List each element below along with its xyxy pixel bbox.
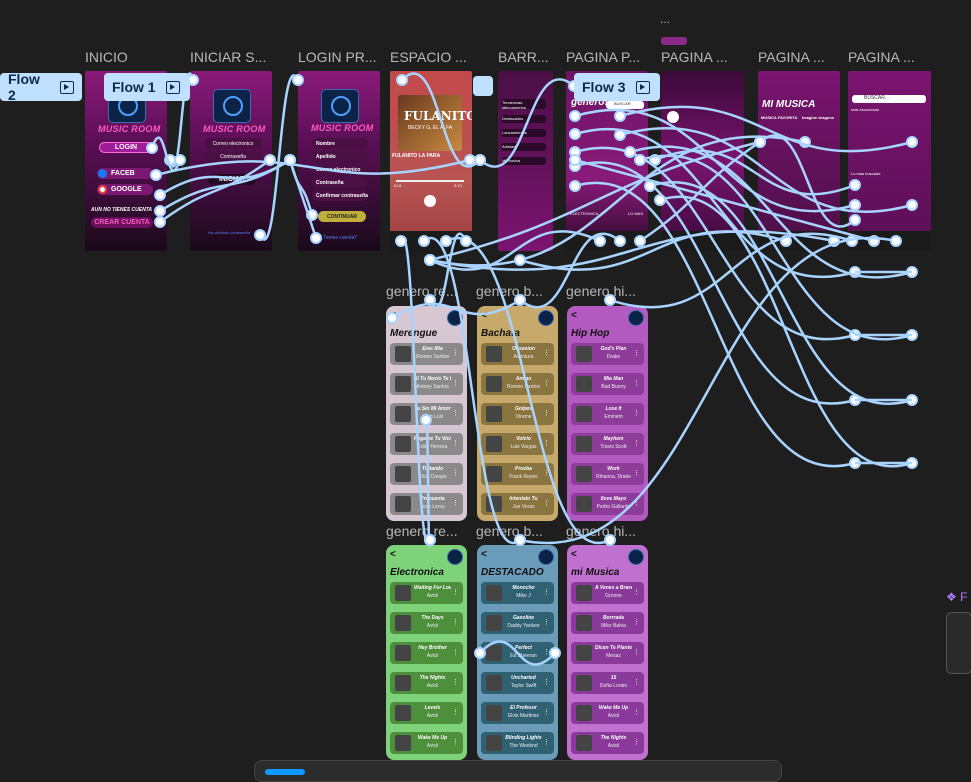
connection-node[interactable]: [150, 169, 162, 181]
connection-node[interactable]: [154, 205, 166, 217]
connection-node[interactable]: [474, 647, 486, 659]
connection-node[interactable]: [396, 74, 408, 86]
connection-line[interactable]: [424, 413, 432, 547]
connection-line[interactable]: [479, 640, 556, 666]
connection-node[interactable]: [754, 136, 766, 148]
connection-node[interactable]: [154, 216, 166, 228]
connection-node[interactable]: [569, 154, 581, 166]
connection-node[interactable]: [514, 254, 526, 266]
connection-line[interactable]: [401, 72, 481, 168]
connection-node[interactable]: [146, 142, 158, 154]
connection-node[interactable]: [634, 154, 646, 166]
connection-node[interactable]: [154, 189, 166, 201]
connection-node[interactable]: [474, 154, 486, 166]
connection-node[interactable]: [849, 214, 861, 226]
prototype-connections: [146, 72, 918, 666]
connection-line[interactable]: [479, 78, 575, 168]
flow-label: Flow 3: [582, 79, 626, 95]
connection-line[interactable]: [399, 236, 432, 545]
component-panel-label[interactable]: ❖ F: [946, 590, 967, 604]
connection-node[interactable]: [264, 154, 276, 166]
connection-node[interactable]: [644, 180, 656, 192]
flow-label: Flow 2: [8, 71, 40, 103]
connection-node[interactable]: [604, 534, 616, 546]
play-icon[interactable]: [60, 80, 74, 94]
connection-node[interactable]: [292, 74, 304, 86]
connection-node[interactable]: [614, 110, 626, 122]
play-icon[interactable]: [165, 80, 180, 94]
connection-node[interactable]: [906, 136, 918, 148]
flow-tag-3[interactable]: Flow 3: [574, 73, 660, 101]
connection-line[interactable]: [445, 236, 611, 545]
connection-node[interactable]: [890, 235, 902, 247]
connection-node[interactable]: [604, 294, 616, 306]
connection-node[interactable]: [549, 647, 561, 659]
connection-node[interactable]: [906, 199, 918, 211]
connection-node[interactable]: [310, 232, 322, 244]
connection-node[interactable]: [424, 534, 436, 546]
connection-node[interactable]: [514, 534, 526, 546]
connection-node[interactable]: [395, 235, 407, 247]
connection-node[interactable]: [440, 235, 452, 247]
connection-node[interactable]: [464, 154, 476, 166]
connection-line[interactable]: [609, 232, 853, 309]
connection-node[interactable]: [849, 179, 861, 191]
play-icon[interactable]: [635, 80, 650, 94]
connection-node[interactable]: [614, 235, 626, 247]
add-flow-icon[interactable]: [473, 76, 493, 96]
connection-node[interactable]: [594, 235, 606, 247]
connection-node[interactable]: [569, 110, 581, 122]
connection-node[interactable]: [634, 235, 646, 247]
connection-node[interactable]: [174, 154, 186, 166]
connection-node[interactable]: [569, 128, 581, 140]
connection-line[interactable]: [288, 159, 318, 239]
flow-label: Flow 1: [112, 79, 156, 95]
connection-node[interactable]: [654, 194, 666, 206]
connection-node[interactable]: [418, 235, 430, 247]
connection-line[interactable]: [519, 237, 897, 544]
connection-node[interactable]: [624, 146, 636, 158]
connection-node[interactable]: [386, 312, 398, 324]
toolbar-active-tool[interactable]: [265, 769, 305, 775]
flow-tag-2[interactable]: Flow 2: [0, 71, 82, 103]
connection-node[interactable]: [420, 414, 432, 426]
flow-tag-1[interactable]: Flow 1: [104, 73, 190, 101]
connection-line[interactable]: [155, 158, 471, 177]
connection-node[interactable]: [569, 180, 581, 192]
connection-node[interactable]: [849, 199, 861, 211]
connection-line[interactable]: [519, 230, 787, 271]
connection-node[interactable]: [514, 294, 526, 306]
connection-line[interactable]: [423, 236, 521, 545]
mini-search-icons[interactable]: [946, 612, 971, 674]
connection-node[interactable]: [254, 229, 266, 241]
connection-node[interactable]: [460, 235, 472, 247]
connection-node[interactable]: [284, 154, 296, 166]
connection-node[interactable]: [614, 129, 626, 141]
bottom-toolbar[interactable]: [254, 760, 782, 782]
connection-node[interactable]: [424, 254, 436, 266]
